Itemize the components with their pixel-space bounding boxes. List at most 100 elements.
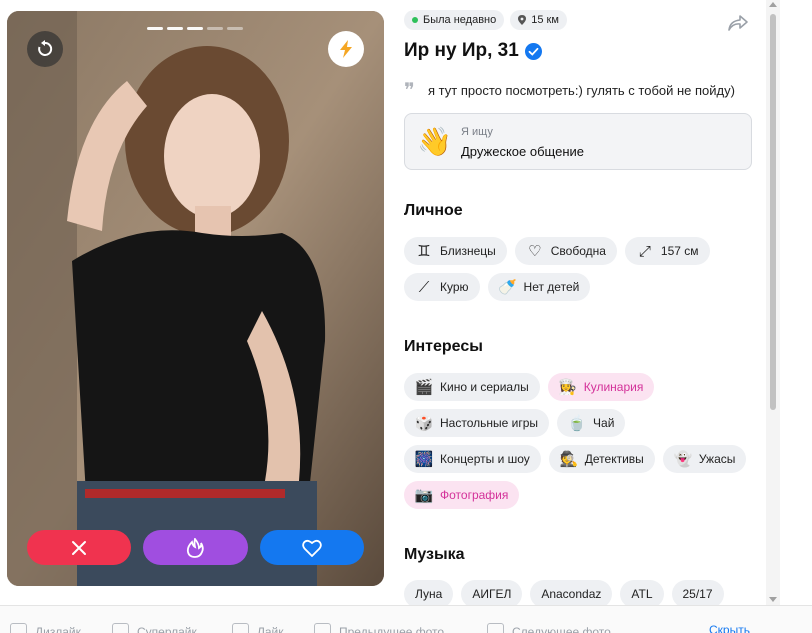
profile-panel[interactable]: Была недавно 15 км Ир ну Ир, 31 ❞ я тут … [404, 0, 754, 605]
seeking-label: Я ищу [461, 126, 493, 138]
hint-label: Предыдущее фото [339, 624, 445, 633]
chip-baby-bottle[interactable]: 🍼 Нет детей [487, 273, 591, 301]
ghost-icon: 👻 [673, 450, 693, 468]
online-status-text: Была недавно [423, 14, 497, 26]
photo-dot[interactable] [167, 27, 183, 30]
detective-icon: 🕵 [559, 450, 579, 468]
chip-label: Курю [440, 280, 469, 294]
distance-badge: 15 км [510, 10, 567, 30]
gemini-icon: ♊ [417, 242, 431, 260]
hint-previous-photo: Предыдущее фото [314, 623, 444, 633]
photo-dot[interactable] [187, 27, 203, 30]
profile-photo-card[interactable] [7, 11, 384, 586]
scrollbar[interactable] [766, 0, 780, 605]
music-artist-chip[interactable]: 25/17 [671, 580, 724, 605]
cigarette-icon: ⟋ [418, 278, 430, 296]
profile-bio: ❞ я тут просто посмотреть:) гулять с тоб… [404, 80, 735, 100]
tea-cup-icon: 🍵 [567, 414, 587, 432]
chip-row: 🎬 Кино и сериалы 👩‍🍳 Кулинария [404, 373, 754, 401]
expand-icon: ⤢ [638, 242, 651, 260]
hint-label: Следующее фото [512, 624, 611, 633]
heart-outline-icon: ♡ [528, 242, 542, 260]
chip-row: 🎲 Настольные игры 🍵 Чай [404, 409, 754, 437]
verified-badge-icon [524, 42, 542, 60]
waving-hand-icon: 👋 [417, 126, 452, 157]
chip-row: 🎆 Концерты и шоу 🕵 Детективы 👻 Ужасы [404, 445, 754, 473]
chip-label: Близнецы [440, 244, 496, 258]
key-back-icon [314, 623, 331, 633]
chip-clapperboard[interactable]: 🎬 Кино и сериалы [404, 373, 540, 401]
section-title-personal: Личное [404, 202, 463, 219]
chip-row: ♊ Близнецы ♡ Свободна ⤢ 157 см [404, 237, 754, 265]
hint-superlike: Суперлайк [112, 623, 197, 633]
close-icon [72, 540, 87, 555]
undo-button[interactable] [27, 31, 63, 67]
scroll-up-arrow-icon[interactable] [769, 2, 777, 7]
online-status-badge: Была недавно [404, 10, 505, 30]
chip-dice[interactable]: 🎲 Настольные игры [404, 409, 550, 437]
dislike-button[interactable] [27, 530, 132, 565]
chip-cook[interactable]: 👩‍🍳 Кулинария [547, 373, 655, 401]
hint-like: Лайк [232, 623, 284, 633]
hint-label: Лайк [257, 624, 284, 633]
hide-hints-link[interactable]: Скрыть [709, 623, 750, 633]
lightning-icon [340, 40, 352, 58]
chip-cigarette[interactable]: ⟋ Курю [404, 273, 480, 301]
quote-icon: ❞ [404, 78, 415, 102]
chip-fireworks[interactable]: 🎆 Концерты и шоу [404, 445, 541, 473]
chip-label: Чай [593, 416, 615, 430]
photo-dot[interactable] [147, 27, 163, 30]
hint-dislike: Дизлайк [10, 623, 81, 633]
location-pin-icon [518, 15, 527, 25]
music-artist-chip[interactable]: Anacondaz [530, 580, 613, 605]
chip-label: Ужасы [698, 452, 736, 466]
photo-dot[interactable] [227, 27, 243, 30]
seeking-card: 👋 Я ищу Дружеское общение [404, 113, 752, 170]
key-up-icon [112, 623, 129, 633]
music-artist-chip[interactable]: Луна [404, 580, 454, 605]
chip-gemini[interactable]: ♊ Близнецы [404, 237, 507, 265]
profile-photo [7, 11, 384, 586]
boost-button[interactable] [328, 31, 364, 67]
photo-page-indicator [147, 27, 243, 30]
scroll-down-arrow-icon[interactable] [769, 597, 777, 602]
chip-row: 📷 Фотография [404, 481, 754, 509]
chip-label: Концерты и шоу [440, 452, 530, 466]
chip-camera[interactable]: 📷 Фотография [404, 481, 520, 509]
scrollbar-thumb[interactable] [770, 14, 776, 410]
seeking-value: Дружеское общение [461, 144, 584, 159]
music-artist-chip[interactable]: ATL [620, 580, 664, 605]
chip-row: Луна АИГЕЛ Anacondaz ATL 25/17 [404, 580, 754, 605]
chip-ghost[interactable]: 👻 Ужасы [662, 445, 747, 473]
like-button[interactable] [259, 530, 364, 565]
personal-chips: ♊ Близнецы ♡ Свободна ⤢ 157 см ⟋ Курю 🍼 Нет детей [404, 237, 754, 309]
keyboard-hints-bar: Дизлайк Суперлайк Лайк Предыдущее фото С… [0, 605, 812, 633]
dice-icon: 🎲 [414, 414, 434, 432]
chip-label: Кино и сериалы [440, 380, 529, 394]
online-dot-icon [412, 17, 418, 23]
key-forward-icon [487, 623, 504, 633]
clapperboard-icon: 🎬 [414, 378, 434, 396]
chip-label: Настольные игры [440, 416, 539, 430]
hint-next-photo: Следующее фото [487, 623, 611, 633]
music-artist-chip[interactable]: АИГЕЛ [461, 580, 523, 605]
photo-dot[interactable] [207, 27, 223, 30]
superlike-button[interactable] [143, 530, 248, 565]
chip-label: 157 см [660, 244, 699, 258]
cook-icon: 👩‍🍳 [558, 378, 578, 396]
status-row: Была недавно 15 км [404, 10, 567, 30]
music-chips: Луна АИГЕЛ Anacondaz ATL 25/17 [404, 580, 754, 605]
distance-text: 15 км [531, 14, 559, 26]
chip-label: Фотография [440, 488, 509, 502]
chip-heart-outline[interactable]: ♡ Свободна [514, 237, 617, 265]
chip-label: Свободна [550, 244, 606, 258]
chip-tea-cup[interactable]: 🍵 Чай [557, 409, 626, 437]
chip-row: ⟋ Курю 🍼 Нет детей [404, 273, 754, 301]
undo-icon [38, 40, 53, 56]
chip-expand[interactable]: ⤢ 157 см [624, 237, 710, 265]
name-row: Ир ну Ир, 31 [404, 40, 542, 62]
hint-label: Дизлайк [35, 624, 81, 633]
hint-label: Суперлайк [137, 624, 197, 633]
share-icon[interactable] [727, 12, 749, 34]
chip-detective[interactable]: 🕵 Детективы [548, 445, 655, 473]
